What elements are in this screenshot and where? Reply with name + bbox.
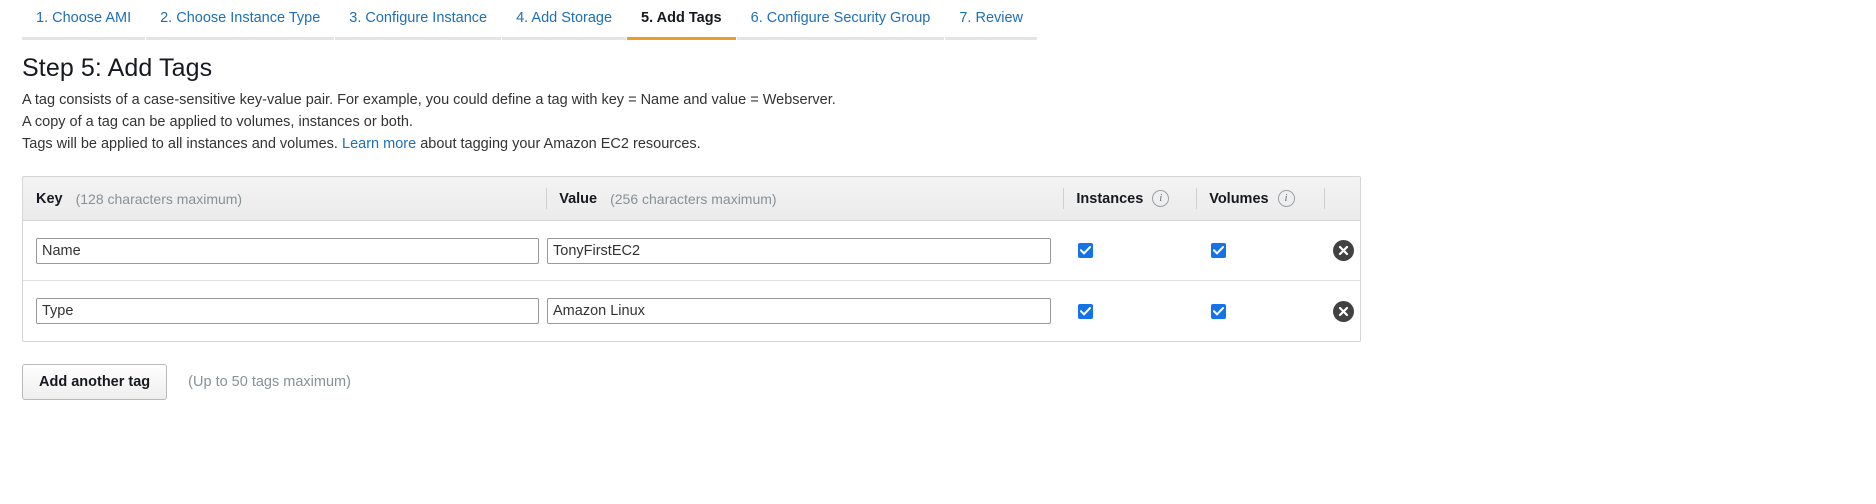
column-header-key: Key (128 characters maximum) bbox=[23, 177, 546, 220]
tab-choose-instance-type[interactable]: 2. Choose Instance Type bbox=[146, 10, 335, 40]
tag-instances-cell bbox=[1065, 243, 1198, 258]
volumes-checkbox[interactable] bbox=[1211, 243, 1226, 258]
instances-checkbox[interactable] bbox=[1078, 243, 1093, 258]
check-icon bbox=[1080, 246, 1091, 255]
x-icon bbox=[1338, 306, 1348, 316]
column-header-volumes-label: Volumes bbox=[1209, 190, 1269, 207]
close-circle-icon[interactable] bbox=[1332, 240, 1354, 261]
tag-actions-cell bbox=[1326, 240, 1360, 261]
volumes-checkbox[interactable] bbox=[1211, 303, 1226, 319]
check-icon bbox=[1080, 306, 1091, 316]
tab-configure-security-group[interactable]: 6. Configure Security Group bbox=[736, 10, 945, 40]
page-body: Step 5: Add Tags A tag consists of a cas… bbox=[0, 54, 1876, 400]
check-icon bbox=[1213, 306, 1224, 316]
tag-value-cell bbox=[547, 237, 1065, 264]
tag-key-input[interactable] bbox=[36, 237, 539, 264]
column-header-value-label: Value bbox=[559, 190, 598, 207]
column-header-instances: Instances i bbox=[1063, 177, 1196, 220]
table-row bbox=[23, 221, 1360, 281]
max-tags-hint: (Up to 50 tags maximum) bbox=[188, 374, 351, 390]
tab-configure-instance[interactable]: 3. Configure Instance bbox=[335, 10, 502, 40]
tag-key-cell bbox=[23, 298, 547, 324]
description-line-2: A copy of a tag can be applied to volume… bbox=[22, 114, 413, 130]
tag-volumes-cell bbox=[1198, 303, 1326, 319]
description-line-1: A tag consists of a case-sensitive key-v… bbox=[22, 92, 836, 108]
tags-table-header-row: Key (128 characters maximum) Value (256 … bbox=[23, 177, 1360, 221]
tab-review[interactable]: 7. Review bbox=[945, 10, 1038, 40]
tab-add-tags[interactable]: 5. Add Tags bbox=[627, 10, 736, 40]
close-circle-icon[interactable] bbox=[1332, 300, 1354, 322]
x-icon bbox=[1338, 245, 1348, 256]
tag-key-cell bbox=[23, 237, 547, 264]
column-header-value: Value (256 characters maximum) bbox=[546, 177, 1063, 220]
wizard-step-tabs: 1. Choose AMI 2. Choose Instance Type 3.… bbox=[0, 0, 1876, 40]
tab-choose-ami[interactable]: 1. Choose AMI bbox=[22, 10, 146, 40]
tag-key-input[interactable] bbox=[36, 298, 539, 324]
tab-add-storage[interactable]: 4. Add Storage bbox=[502, 10, 627, 40]
tag-value-cell bbox=[547, 298, 1065, 324]
tag-instances-cell bbox=[1065, 303, 1198, 319]
tag-volumes-cell bbox=[1198, 243, 1326, 258]
instances-checkbox[interactable] bbox=[1078, 303, 1093, 319]
page-title: Step 5: Add Tags bbox=[22, 54, 213, 82]
column-header-key-label: Key bbox=[36, 190, 63, 207]
info-icon[interactable]: i bbox=[1152, 190, 1170, 207]
column-header-volumes: Volumes i bbox=[1196, 177, 1324, 220]
tag-actions-cell bbox=[1326, 300, 1360, 322]
column-header-key-hint: (128 characters maximum) bbox=[75, 190, 243, 207]
check-icon bbox=[1213, 246, 1224, 255]
column-header-value-hint: (256 characters maximum) bbox=[610, 190, 777, 207]
column-header-actions bbox=[1324, 177, 1360, 220]
tag-value-input[interactable] bbox=[547, 237, 1051, 264]
add-another-tag-button[interactable]: Add another tag bbox=[22, 364, 168, 400]
learn-more-link[interactable]: Learn more bbox=[342, 136, 416, 152]
table-row bbox=[23, 281, 1360, 341]
description-line-3: Tags will be applied to all instances an… bbox=[22, 133, 1854, 155]
description-line-3-prefix: Tags will be applied to all instances an… bbox=[22, 136, 338, 152]
column-header-instances-label: Instances bbox=[1076, 190, 1144, 207]
footer-actions: Add another tag (Up to 50 tags maximum) bbox=[22, 364, 1854, 400]
tag-value-input[interactable] bbox=[547, 298, 1051, 324]
info-icon[interactable]: i bbox=[1277, 190, 1295, 207]
tags-table: Key (128 characters maximum) Value (256 … bbox=[22, 176, 1361, 342]
description-line-3-suffix: about tagging your Amazon EC2 resources. bbox=[420, 136, 701, 152]
